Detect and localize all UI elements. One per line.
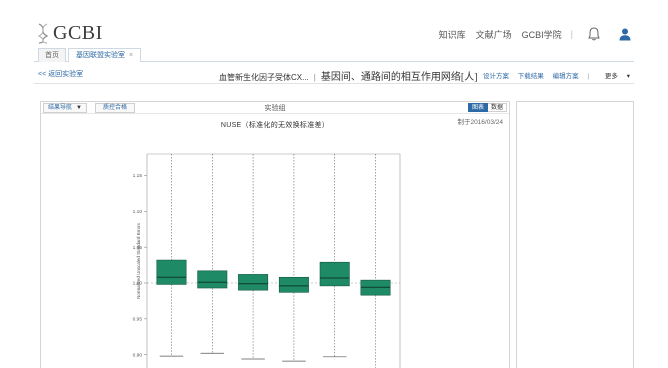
y-tick-label: 1.15 bbox=[133, 173, 143, 179]
tab-home-label: 首页 bbox=[45, 52, 59, 59]
chart-date: 制于2016/03/24 bbox=[457, 119, 503, 126]
y-tick-label: 1.10 bbox=[133, 209, 143, 215]
box-iqr bbox=[197, 270, 228, 289]
results-panel: 结果导航 ▼ 质控合格 实验组 图表 数据 NUSE（标准化的无效换标准差） 制于2… bbox=[40, 101, 510, 368]
nav-academy[interactable]: GCBI学院 bbox=[522, 28, 562, 41]
dna-logo-icon bbox=[37, 23, 49, 44]
y-tick-label: 0.95 bbox=[133, 317, 143, 323]
y-axis-label: Normalized Unscaled Standard Errors bbox=[136, 222, 141, 299]
box-iqr bbox=[278, 276, 309, 293]
right-actions: 设计方案 下载结果 编辑方案 | 更多 ▾ bbox=[476, 70, 630, 80]
boxplot-box bbox=[278, 154, 309, 362]
nuse-boxplot-chart: 0.900.951.001.051.101.15 Normalized Unsc… bbox=[133, 153, 401, 368]
view-toggle: 图表 数据 bbox=[467, 103, 507, 112]
breadcrumb: 血管新生化因子受体CX... | 基因间、通路间的相互作用网络[人] bbox=[219, 68, 478, 83]
user-avatar-icon[interactable] bbox=[618, 27, 632, 41]
panel-title: 实验组 bbox=[264, 105, 286, 112]
gcbi-logo[interactable]: GCBI bbox=[36, 22, 103, 44]
tab-active-label: 基因联盟实验室 bbox=[76, 52, 125, 59]
actions-separator: | bbox=[587, 73, 590, 80]
boxplot-box bbox=[360, 154, 391, 368]
design-plan-link[interactable]: 设计方案 bbox=[483, 73, 509, 80]
right-side-panel bbox=[516, 101, 634, 368]
data-view-button[interactable]: 数据 bbox=[487, 103, 507, 112]
chevron-down-icon: ▾ bbox=[626, 73, 630, 80]
crumb-prefix: 血管新生化因子受体CX... bbox=[219, 73, 309, 82]
boxplot-box bbox=[319, 154, 350, 358]
crumb-divider: | bbox=[313, 73, 316, 82]
toolbar: << 返回实验室 血管新生化因子受体CX... | 基因间、通路间的相互作用网络[人… bbox=[34, 64, 634, 84]
box-iqr bbox=[319, 261, 350, 287]
nav-literature[interactable]: 文献广场 bbox=[476, 28, 512, 41]
top-nav: 知识库 文献广场 GCBI学院 | bbox=[429, 26, 632, 42]
top-bar: GCBI 知识库 文献广场 GCBI学院 | bbox=[0, 0, 668, 48]
boxplot-box bbox=[156, 154, 187, 357]
nav-separator: | bbox=[570, 29, 573, 39]
tab-strip: 首页 基因联盟实验室 × bbox=[34, 48, 634, 62]
logo-text: GCBI bbox=[53, 21, 103, 44]
more-label: 更多 bbox=[604, 73, 618, 80]
download-results-link[interactable]: 下载结果 bbox=[518, 73, 544, 80]
tab-close-icon[interactable]: × bbox=[129, 52, 133, 59]
tab-home[interactable]: 首页 bbox=[38, 48, 66, 62]
y-tick-label: 0.90 bbox=[133, 352, 143, 358]
boxplot-box bbox=[197, 154, 228, 354]
more-menu[interactable]: 更多 ▾ bbox=[598, 73, 630, 80]
edit-plan-link[interactable]: 编辑方案 bbox=[553, 73, 579, 80]
boxplot-box bbox=[238, 154, 269, 360]
tab-gene-alliance-lab[interactable]: 基因联盟实验室 × bbox=[68, 48, 142, 62]
panel-header: 结果导航 ▼ 质控合格 实验组 图表 数据 bbox=[41, 102, 509, 114]
bell-icon[interactable] bbox=[586, 26, 602, 42]
back-to-lab-link[interactable]: << 返回实验室 bbox=[38, 69, 83, 79]
nav-knowledge-base[interactable]: 知识库 bbox=[439, 28, 466, 41]
box-iqr bbox=[238, 274, 269, 291]
box-iqr bbox=[156, 259, 187, 285]
chart-view-button[interactable]: 图表 bbox=[467, 103, 488, 112]
crumb-title: 基因间、通路间的相互作用网络[人] bbox=[320, 72, 478, 83]
